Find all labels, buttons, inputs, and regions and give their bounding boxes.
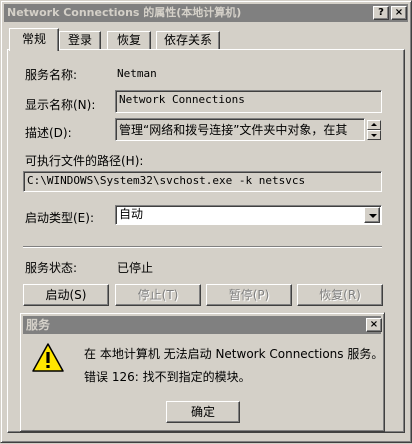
message-box-title: 服务	[23, 316, 381, 334]
start-button[interactable]: 启动(S)	[23, 284, 109, 306]
service-status-value: 已停止	[117, 261, 154, 275]
resume-button[interactable]: 恢复(R)	[297, 284, 383, 306]
stop-button[interactable]: 停止(T)	[115, 284, 201, 306]
properties-dialog: Network Connections 的属性(本地计算机) ? × 常规 登录…	[0, 0, 412, 443]
chevron-down-icon[interactable]	[364, 207, 380, 223]
service-name-label: 服务名称:	[25, 68, 78, 82]
divider	[23, 246, 382, 248]
startup-type-label: 启动类型(E):	[25, 211, 94, 225]
display-name-label: 显示名称(N):	[25, 98, 96, 112]
startup-type-select[interactable]: 自动	[115, 205, 382, 225]
startup-type-value: 自动	[119, 207, 144, 221]
description-field[interactable]: 管理“网络和拨号连接”文件夹中对象，在其	[115, 118, 365, 141]
exe-path-label: 可执行文件的路径(H):	[25, 154, 144, 168]
service-name-value: Netman	[117, 67, 157, 80]
warning-icon	[32, 343, 64, 372]
message-box-close-button[interactable]: ×	[366, 318, 382, 332]
display-name-field[interactable]: Network Connections	[115, 90, 382, 113]
exe-path-field[interactable]: C:\WINDOWS\System32\svchost.exe -k netsv…	[23, 171, 382, 192]
ok-button[interactable]: 确定	[166, 401, 240, 423]
error-message-box: 服务 × 在 本地计算机 无法启动 Network Connections 服务…	[19, 312, 385, 432]
scroll-down-icon[interactable]	[367, 130, 381, 140]
service-status-label: 服务状态:	[25, 261, 78, 275]
pause-button[interactable]: 暂停(P)	[206, 284, 292, 306]
description-label: 描述(D):	[25, 126, 72, 140]
message-line-1: 在 本地计算机 无法启动 Network Connections 服务。	[84, 347, 384, 361]
scroll-up-icon[interactable]	[367, 120, 381, 130]
message-line-2: 错误 126: 找不到指定的模块。	[84, 370, 251, 384]
